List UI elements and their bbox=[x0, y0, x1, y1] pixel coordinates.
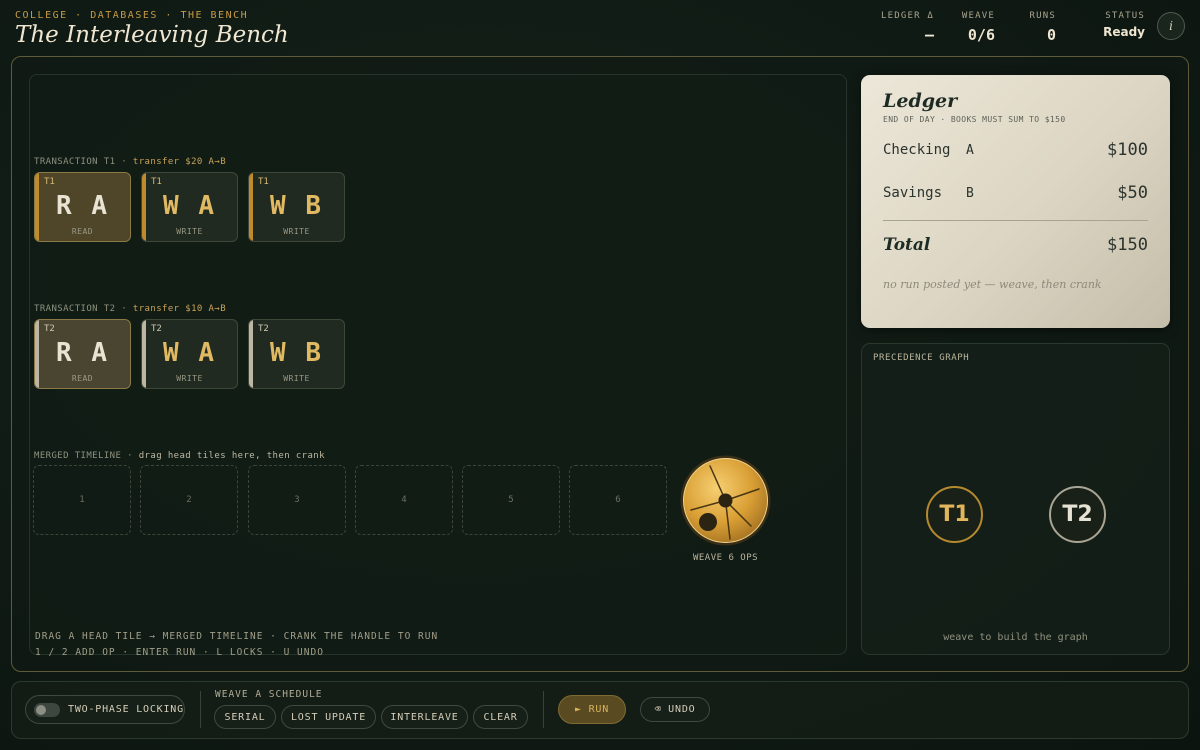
tile-tag: T1 bbox=[258, 177, 269, 187]
tile-op: W A bbox=[163, 338, 216, 368]
t2-op-tile[interactable]: T2 W B WRITE bbox=[248, 319, 345, 389]
timeline-slot[interactable]: 5 bbox=[462, 465, 560, 535]
label-prefix: TRANSACTION T2 · bbox=[34, 304, 133, 314]
tile-kind: WRITE bbox=[176, 374, 203, 383]
crank-handle[interactable] bbox=[679, 454, 772, 547]
keyboard-hint: 1 / 2 ADD OP · ENTER RUN · L LOCKS · U U… bbox=[35, 647, 324, 658]
run-button[interactable]: ► RUN bbox=[558, 695, 626, 724]
toggle-knob bbox=[36, 704, 46, 715]
stat-status: STATUS Ready bbox=[1095, 11, 1145, 39]
hint-text: DRAG A HEAD TILE → MERGED TIMELINE · CRA… bbox=[35, 631, 439, 642]
tile-tag: T1 bbox=[151, 177, 162, 187]
merged-timeline-label: MERGED TIMELINE · drag head tiles here, … bbox=[34, 451, 325, 461]
graph-footer: weave to build the graph bbox=[943, 632, 1088, 643]
label-detail: transfer $20 A→B bbox=[132, 157, 227, 167]
info-icon: i bbox=[1169, 19, 1173, 33]
lost-update-button[interactable]: LOST UPDATE bbox=[281, 705, 376, 729]
label-prefix: MERGED TIMELINE · bbox=[34, 451, 139, 461]
t1-op-tile[interactable]: T1 W A WRITE bbox=[141, 172, 238, 242]
graph-title: PRECEDENCE GRAPH bbox=[873, 353, 970, 363]
two-phase-locking-toggle[interactable]: TWO-PHASE LOCKING bbox=[25, 695, 185, 724]
stat-value: — bbox=[924, 26, 934, 44]
undo-button[interactable]: ⌫ UNDO bbox=[640, 697, 710, 722]
graph-node-t1: T1 bbox=[926, 486, 983, 543]
t1-op-tile[interactable]: T1 R A READ bbox=[34, 172, 131, 242]
tile-op: W B bbox=[270, 191, 323, 221]
crank-label: WEAVE 6 OPS bbox=[692, 553, 759, 563]
toggle-switch[interactable] bbox=[34, 702, 60, 717]
label-detail: transfer $10 A→B bbox=[132, 304, 227, 314]
tile-kind: WRITE bbox=[283, 227, 310, 236]
interleave-button[interactable]: INTERLEAVE bbox=[381, 705, 468, 729]
precedence-graph-card: PRECEDENCE GRAPH T1 T2 weave to build th… bbox=[861, 343, 1170, 655]
t2-op-tile[interactable]: T2 W A WRITE bbox=[141, 319, 238, 389]
stat-runs: RUNS 0 bbox=[1020, 11, 1056, 44]
account-amount: $100 bbox=[1107, 140, 1148, 160]
stat-label: LEDGER Δ bbox=[881, 11, 934, 21]
tile-op: R A bbox=[56, 191, 109, 221]
ledger-note: no run posted yet — weave, then crank bbox=[883, 278, 1102, 291]
tile-op: W B bbox=[270, 338, 323, 368]
divider bbox=[543, 691, 544, 728]
stat-label: STATUS bbox=[1105, 11, 1145, 21]
stat-value: 0 bbox=[1046, 26, 1056, 44]
timeline-slot[interactable]: 6 bbox=[569, 465, 667, 535]
transaction-t1-label: TRANSACTION T1 · transfer $20 A→B bbox=[34, 157, 226, 167]
account-key: B bbox=[966, 186, 974, 201]
label-prefix: TRANSACTION T1 · bbox=[34, 157, 133, 167]
account-name: Savings bbox=[883, 185, 943, 201]
account-key: A bbox=[966, 143, 974, 158]
total-label: Total bbox=[883, 235, 931, 255]
ledger-title: Ledger bbox=[883, 90, 958, 112]
graph-node-t2: T2 bbox=[1049, 486, 1106, 543]
tile-kind: WRITE bbox=[176, 227, 203, 236]
page-title: The Interleaving Bench bbox=[15, 22, 289, 48]
timeline-slot[interactable]: 4 bbox=[355, 465, 453, 535]
t1-op-tile[interactable]: T1 W B WRITE bbox=[248, 172, 345, 242]
tile-tag: T1 bbox=[44, 177, 55, 187]
stat-ledger-delta: LEDGER Δ — bbox=[872, 11, 934, 44]
timeline-slot[interactable]: 1 bbox=[33, 465, 131, 535]
divider bbox=[200, 691, 201, 728]
stat-value: Ready bbox=[1103, 25, 1145, 39]
account-amount: $50 bbox=[1117, 183, 1148, 203]
account-name: Checking bbox=[883, 142, 951, 158]
t2-op-tile[interactable]: T2 R A READ bbox=[34, 319, 131, 389]
weave-schedule-label: WEAVE A SCHEDULE bbox=[215, 689, 323, 700]
tile-tag: T2 bbox=[258, 324, 269, 334]
timeline-slot[interactable]: 3 bbox=[248, 465, 346, 535]
stat-label: RUNS bbox=[1029, 11, 1056, 21]
tile-op: R A bbox=[56, 338, 109, 368]
clear-button[interactable]: CLEAR bbox=[473, 705, 528, 729]
toggle-label: TWO-PHASE LOCKING bbox=[68, 704, 184, 715]
tile-tag: T2 bbox=[44, 324, 55, 334]
timeline-slot[interactable]: 2 bbox=[140, 465, 238, 535]
total-amount: $150 bbox=[1107, 235, 1148, 255]
stat-weave: WEAVE 0/6 bbox=[950, 11, 995, 44]
serial-button[interactable]: SERIAL bbox=[214, 705, 276, 729]
stat-label: WEAVE bbox=[961, 11, 995, 21]
help-button[interactable]: i bbox=[1157, 12, 1185, 40]
tile-kind: WRITE bbox=[283, 374, 310, 383]
tile-tag: T2 bbox=[151, 324, 162, 334]
tile-op: W A bbox=[163, 191, 216, 221]
breadcrumb: COLLEGE · DATABASES · THE BENCH bbox=[15, 10, 249, 21]
tile-kind: READ bbox=[71, 227, 94, 236]
ledger-card: Ledger END OF DAY · BOOKS MUST SUM TO $1… bbox=[861, 75, 1170, 328]
stat-value: 0/6 bbox=[967, 26, 995, 44]
ledger-subtitle: END OF DAY · BOOKS MUST SUM TO $150 bbox=[883, 115, 1066, 124]
ledger-divider bbox=[883, 220, 1148, 221]
transaction-t2-label: TRANSACTION T2 · transfer $10 A→B bbox=[34, 304, 226, 314]
tile-kind: READ bbox=[71, 374, 94, 383]
label-detail: drag head tiles here, then crank bbox=[138, 451, 325, 461]
